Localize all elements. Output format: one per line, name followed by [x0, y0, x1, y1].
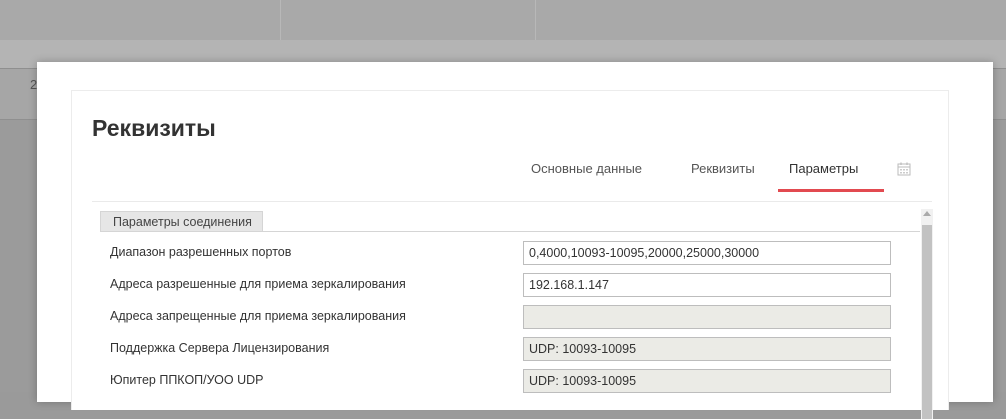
field-row: Юпитер ППКОП/УОО UDP [100, 369, 920, 395]
tab-bar: Основные данные Реквизиты Параметры [72, 161, 950, 202]
allowed-ports-input[interactable] [523, 241, 891, 265]
field-row: Адреса запрещенные для приема зеркалиров… [100, 305, 920, 331]
tab-main-data[interactable]: Основные данные [531, 161, 642, 176]
license-server-input[interactable] [523, 337, 891, 361]
field-label: Диапазон разрешенных портов [110, 245, 292, 259]
tab-parameters[interactable]: Параметры [789, 161, 858, 176]
field-row: Диапазон разрешенных портов [100, 241, 920, 267]
field-label: Поддержка Сервера Лицензирования [110, 341, 330, 355]
jupiter-udp-input[interactable] [523, 369, 891, 393]
mirroring-allowed-addresses-input[interactable] [523, 273, 891, 297]
scrollbar[interactable] [921, 209, 933, 419]
tab-requisites[interactable]: Реквизиты [691, 161, 755, 176]
connection-params-panel: Параметры соединения Диапазон разрешенны… [100, 209, 936, 419]
field-label: Юпитер ППКОП/УОО UDP [110, 373, 264, 387]
background-cell [0, 0, 281, 40]
field-label: Адреса разрешенные для приема зеркалиров… [110, 277, 406, 291]
scroll-up-arrow[interactable] [923, 211, 931, 216]
section-legend: Параметры соединения [100, 211, 263, 232]
calendar-icon[interactable] [896, 161, 912, 177]
background-header [0, 0, 1006, 40]
field-row: Адреса разрешенные для приема зеркалиров… [100, 273, 920, 299]
modal-dialog: Реквизиты Основные данные Реквизиты Пара… [37, 62, 993, 419]
mirroring-denied-addresses-input[interactable] [523, 305, 891, 329]
fieldset-border [100, 231, 920, 232]
field-label: Адреса запрещенные для приема зеркалиров… [110, 309, 406, 323]
tabs-divider [92, 201, 932, 202]
modal-title: Реквизиты [92, 115, 216, 141]
background-cell [280, 0, 536, 40]
modal-content: Реквизиты Основные данные Реквизиты Пара… [71, 90, 950, 419]
field-row: Поддержка Сервера Лицензирования [100, 337, 920, 363]
scroll-thumb[interactable] [922, 225, 932, 419]
active-tab-indicator [778, 189, 884, 192]
